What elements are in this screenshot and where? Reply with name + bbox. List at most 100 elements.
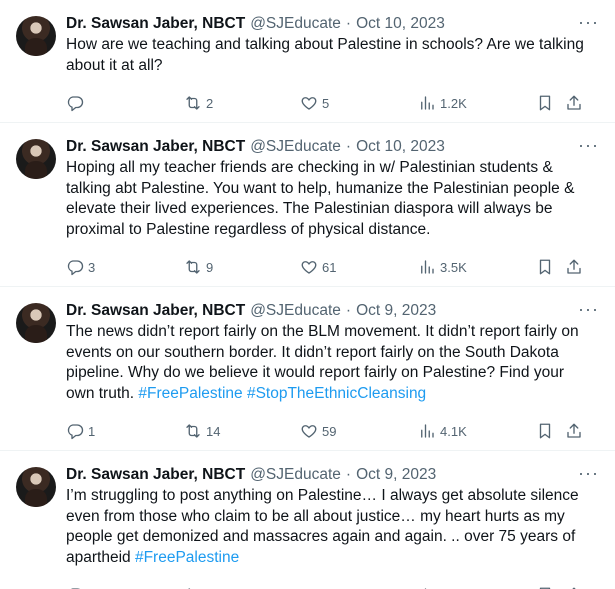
tweet-date[interactable]: Oct 9, 2023 [356, 302, 436, 320]
heart-icon [301, 97, 317, 110]
views-button[interactable]: 1.2K [418, 93, 467, 113]
tweet[interactable]: Dr. Sawsan Jaber, NBCT @SJEducate · Oct … [0, 0, 615, 123]
author-name[interactable]: Dr. Sawsan Jaber, NBCT [66, 15, 245, 33]
retweet-icon [186, 424, 200, 438]
separator-dot: · [345, 466, 352, 483]
share-button[interactable] [565, 93, 583, 113]
hashtag-link[interactable]: #FreePalestine [138, 385, 242, 402]
view-count: 4.1K [440, 423, 467, 439]
views-button[interactable]: 23K [418, 585, 463, 589]
retweet-count: 14 [206, 423, 221, 439]
avatar[interactable] [16, 16, 56, 56]
separator-dot: · [345, 302, 352, 319]
heart-icon [301, 425, 317, 438]
reply-button[interactable]: 1 [66, 421, 95, 441]
more-icon[interactable]: ··· [578, 464, 599, 482]
author-handle[interactable]: @SJEducate [250, 138, 341, 156]
author-name[interactable]: Dr. Sawsan Jaber, NBCT [66, 302, 245, 320]
reply-button[interactable]: 3 [66, 257, 95, 277]
more-icon[interactable]: ··· [578, 13, 599, 31]
tweet-actions: 3 9 61 3.5K [66, 248, 603, 286]
tweet-text: How are we teaching and talking about Pa… [66, 35, 603, 76]
reply-button[interactable]: 17 [66, 585, 102, 589]
author-handle[interactable]: @SJEducate [250, 302, 341, 320]
retweet-button[interactable]: 14 [184, 421, 220, 441]
tweet-date[interactable]: Oct 9, 2023 [356, 466, 436, 484]
bookmark-button[interactable] [536, 257, 554, 277]
share-icon [567, 95, 581, 110]
reply-icon [67, 96, 84, 112]
avatar[interactable] [16, 303, 56, 343]
tweet-feed: Dr. Sawsan Jaber, NBCT @SJEducate · Oct … [0, 0, 615, 589]
bookmark-icon [539, 259, 551, 275]
reply-button[interactable] [66, 93, 88, 113]
like-button[interactable]: 147 [300, 585, 344, 589]
like-button[interactable]: 59 [300, 421, 336, 441]
share-button[interactable] [565, 421, 583, 441]
tweet-header: Dr. Sawsan Jaber, NBCT @SJEducate · Oct … [66, 14, 603, 34]
retweet-icon [186, 260, 200, 274]
tweet-header: Dr. Sawsan Jaber, NBCT @SJEducate · Oct … [66, 301, 603, 321]
views-button[interactable]: 4.1K [418, 421, 467, 441]
tweet-date[interactable]: Oct 10, 2023 [356, 138, 445, 156]
like-count: 5 [322, 95, 330, 111]
tweet[interactable]: Dr. Sawsan Jaber, NBCT @SJEducate · Oct … [0, 451, 615, 589]
retweet-button[interactable]: 2 [184, 93, 213, 113]
bookmark-icon [539, 95, 551, 111]
tweet-header: Dr. Sawsan Jaber, NBCT @SJEducate · Oct … [66, 137, 603, 157]
heart-icon [301, 261, 317, 274]
views-icon [421, 260, 434, 274]
author-handle[interactable]: @SJEducate [250, 15, 341, 33]
retweet-count: 2 [206, 95, 214, 111]
tweet-header: Dr. Sawsan Jaber, NBCT @SJEducate · Oct … [66, 465, 603, 485]
hashtag-link[interactable]: #FreePalestine [135, 549, 239, 566]
tweet-body: Dr. Sawsan Jaber, NBCT @SJEducate · Oct … [66, 137, 603, 286]
like-button[interactable]: 61 [300, 257, 336, 277]
tweet-actions: 1 14 59 4.1K [66, 412, 603, 450]
views-icon [421, 424, 434, 438]
views-icon [421, 96, 434, 110]
avatar[interactable] [16, 139, 56, 179]
tweet-text: Hoping all my teacher friends are checki… [66, 158, 603, 240]
more-icon[interactable]: ··· [578, 136, 599, 154]
reply-count: 1 [88, 423, 96, 439]
author-name[interactable]: Dr. Sawsan Jaber, NBCT [66, 466, 245, 484]
tweet-text: I’m struggling to post anything on Pales… [66, 486, 603, 568]
tweet-body: Dr. Sawsan Jaber, NBCT @SJEducate · Oct … [66, 301, 603, 450]
author-name[interactable]: Dr. Sawsan Jaber, NBCT [66, 138, 245, 156]
hashtag-link[interactable]: #StopTheEthnicCleansing [247, 385, 426, 402]
separator-dot: · [345, 15, 352, 32]
views-button[interactable]: 3.5K [418, 257, 467, 277]
bookmark-icon [539, 423, 551, 439]
share-icon [567, 423, 581, 438]
hashtags: #FreePalestine #StopTheEthnicCleansing [138, 385, 426, 402]
bookmark-button[interactable] [536, 421, 554, 441]
like-button[interactable]: 5 [300, 93, 329, 113]
tweet-text: The news didn’t report fairly on the BLM… [66, 322, 603, 404]
retweet-count: 9 [206, 259, 214, 275]
view-count: 1.2K [440, 95, 467, 111]
like-count: 59 [322, 423, 337, 439]
hashtags: #FreePalestine [135, 549, 239, 566]
tweet[interactable]: Dr. Sawsan Jaber, NBCT @SJEducate · Oct … [0, 123, 615, 287]
retweet-button[interactable]: 13 [184, 585, 220, 589]
tweet-actions: 17 13 147 23K [66, 576, 603, 589]
more-icon[interactable]: ··· [578, 300, 599, 318]
tweet[interactable]: Dr. Sawsan Jaber, NBCT @SJEducate · Oct … [0, 287, 615, 451]
separator-dot: · [345, 138, 352, 155]
share-button[interactable] [565, 257, 583, 277]
view-count: 3.5K [440, 259, 467, 275]
reply-count: 3 [88, 259, 96, 275]
tweet-text-content: Hoping all my teacher friends are checki… [66, 159, 575, 238]
tweet-body: Dr. Sawsan Jaber, NBCT @SJEducate · Oct … [66, 465, 603, 589]
bookmark-button[interactable] [536, 585, 554, 589]
tweet-date[interactable]: Oct 10, 2023 [356, 15, 445, 33]
bookmark-button[interactable] [536, 93, 554, 113]
tweet-body: Dr. Sawsan Jaber, NBCT @SJEducate · Oct … [66, 14, 603, 122]
author-handle[interactable]: @SJEducate [250, 466, 341, 484]
share-button[interactable] [565, 585, 583, 589]
avatar[interactable] [16, 467, 56, 507]
like-count: 61 [322, 259, 337, 275]
share-icon [567, 259, 581, 274]
retweet-button[interactable]: 9 [184, 257, 213, 277]
